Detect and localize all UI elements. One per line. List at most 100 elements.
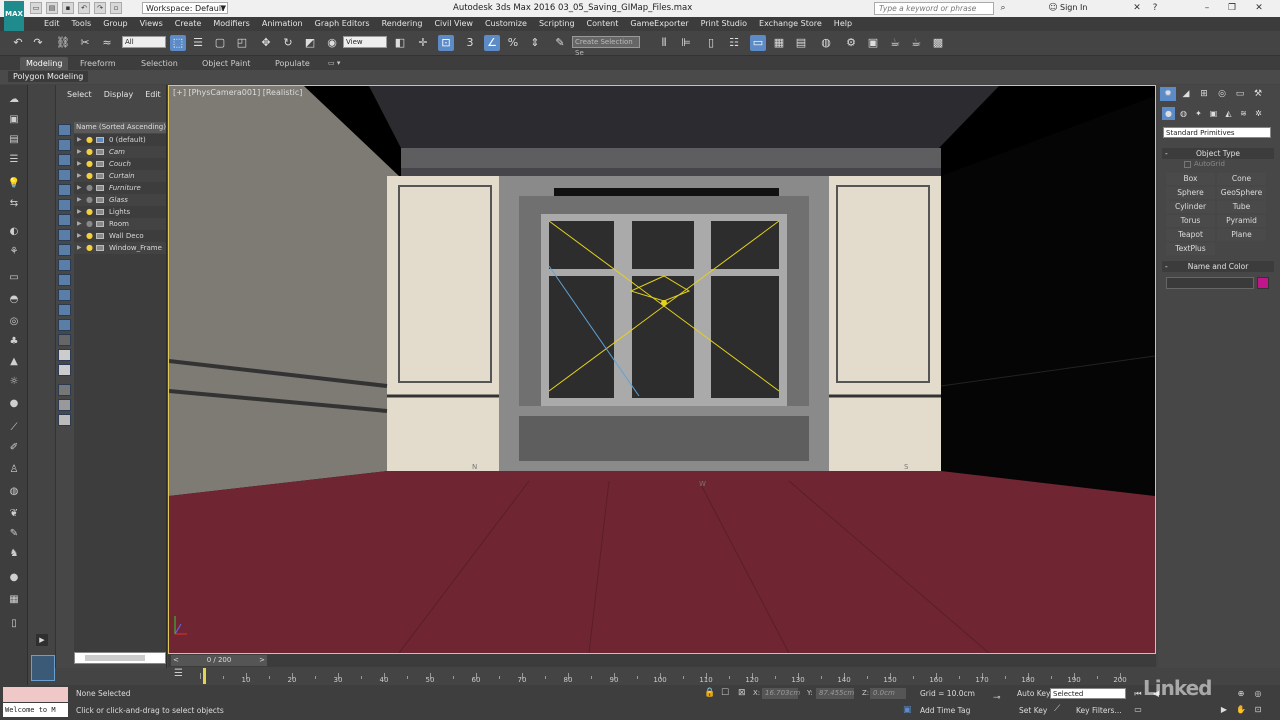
material-editor-icon[interactable]: ◍ — [818, 35, 834, 51]
scrollbar-thumb[interactable] — [85, 655, 145, 661]
render-in-cloud-icon[interactable]: ▩ — [930, 35, 946, 51]
expand-arrow-icon[interactable]: ▶ — [77, 146, 82, 158]
time-slider-thumb[interactable]: < 0 / 200 > — [171, 655, 267, 666]
light-bulb-icon[interactable]: ● — [86, 194, 93, 206]
systems-icon[interactable]: ✲ — [1252, 107, 1265, 120]
sun-icon[interactable]: ☼ — [6, 375, 22, 389]
menu-help[interactable]: Help — [828, 17, 858, 31]
plane-button[interactable]: Plane — [1217, 229, 1266, 241]
close-icon[interactable]: ✕ — [1252, 1, 1266, 15]
tab-freeform[interactable]: Freeform — [74, 57, 122, 70]
edit-named-selection-icon[interactable]: ✎ — [552, 35, 568, 51]
sphere-button[interactable]: Sphere — [1166, 187, 1215, 199]
rendered-frame-window-icon[interactable]: ▣ — [865, 35, 881, 51]
align-icon[interactable]: ⊫ — [678, 35, 694, 51]
utilities-tab-icon[interactable]: ⚒ — [1250, 87, 1266, 101]
ribbon-toggle-icon[interactable]: ▭ — [750, 35, 766, 51]
bind-space-warp-icon[interactable]: ≈ — [99, 35, 115, 51]
menu-tools[interactable]: Tools — [66, 17, 98, 31]
textplus-button[interactable]: TextPlus — [1166, 243, 1215, 255]
explorer-horizontal-scrollbar[interactable] — [74, 652, 166, 664]
filter-cameras-icon[interactable] — [58, 169, 71, 181]
toggle-scene-explorer-icon[interactable]: ▯ — [703, 35, 719, 51]
list-icon[interactable]: ☰ — [6, 153, 22, 167]
menu-civil-view[interactable]: Civil View — [428, 17, 479, 31]
pyramid-button[interactable]: Pyramid — [1217, 215, 1266, 227]
move-icon[interactable]: ✥ — [258, 35, 274, 51]
reference-coordinate-dropdown[interactable]: View — [343, 36, 387, 48]
name-and-color-rollout[interactable]: - Name and Color — [1162, 261, 1274, 272]
undo-icon[interactable]: ↶ — [78, 2, 90, 14]
link-icon[interactable]: ⛓ — [55, 35, 71, 51]
light-bulb-icon[interactable]: ● — [86, 182, 93, 194]
time-slider[interactable]: < 0 / 200 > — [168, 654, 1156, 667]
spacewarps-icon[interactable]: ≋ — [1237, 107, 1250, 120]
viewport-thumbnail[interactable] — [31, 655, 55, 681]
percent-snap-icon[interactable]: % — [505, 35, 521, 51]
timeline-ruler[interactable]: 10 20 30 40 50 60 70 80 90 100 110 120 130 140 150 160 1… — [200, 667, 1130, 685]
expand-arrow-icon[interactable]: ▶ — [77, 242, 82, 254]
list-item[interactable]: ▶ ● Curtain — [74, 170, 166, 182]
filter-xrefs-icon[interactable] — [58, 229, 71, 241]
filter-lights-icon[interactable] — [58, 154, 71, 166]
filter-bones-icon[interactable] — [58, 244, 71, 256]
add-time-tag-button[interactable]: Add Time Tag — [920, 706, 970, 715]
globe-icon[interactable]: ◍ — [6, 485, 22, 499]
expand-arrow-icon[interactable]: ▶ — [77, 206, 82, 218]
torus-icon[interactable]: ◎ — [6, 315, 22, 329]
geometry-icon[interactable]: ● — [1162, 107, 1175, 120]
select-object-icon[interactable]: ⬚ — [170, 35, 186, 51]
building-icon[interactable]: ▦ — [6, 593, 22, 607]
isolate-icon[interactable]: ☐ — [721, 688, 729, 698]
sphere-icon[interactable]: ◐ — [6, 225, 22, 239]
explorer-column-header[interactable]: Name (Sorted Ascending) — [74, 122, 166, 133]
perspective-viewport[interactable]: [+] [PhysCamera001] [Realistic] N W S — [168, 85, 1156, 654]
light-bulb-icon[interactable]: ● — [86, 206, 93, 218]
curve-editor-icon[interactable]: ▦ — [771, 35, 787, 51]
key-mode-dropdown[interactable]: Selected — [1050, 688, 1126, 699]
tab-modeling[interactable]: Modeling — [20, 57, 69, 70]
schematic-icon[interactable]: ▤ — [6, 133, 22, 147]
menu-scripting[interactable]: Scripting — [533, 17, 581, 31]
key-filters-button[interactable]: Key Filters... — [1076, 706, 1122, 715]
undo-icon[interactable]: ↶ — [10, 35, 26, 51]
light-bulb-icon[interactable]: 💡 — [6, 177, 22, 191]
select-by-name-icon[interactable]: ☰ — [190, 35, 206, 51]
auto-key-button[interactable]: Auto Key — [1017, 689, 1050, 698]
expand-arrow-icon[interactable]: ▶ — [77, 218, 82, 230]
disc-icon[interactable]: ● — [6, 397, 22, 411]
menu-gameexporter[interactable]: GameExporter — [624, 17, 694, 31]
unlink-icon[interactable]: ✂ — [77, 35, 93, 51]
expand-arrow-icon[interactable]: ▶ — [77, 170, 82, 182]
viewport-label[interactable]: [+] [PhysCamera001] [Realistic] — [173, 88, 302, 97]
cameras-icon[interactable]: ▣ — [1207, 107, 1220, 120]
tab-selection[interactable]: Selection — [135, 57, 184, 70]
hierarchy-tab-icon[interactable]: ⊞ — [1196, 87, 1212, 101]
current-frame-marker[interactable] — [203, 668, 206, 684]
render-icon[interactable]: ▣ — [6, 113, 22, 127]
polygon-modeling-label[interactable]: Polygon Modeling — [8, 71, 89, 82]
box-icon[interactable]: ▭ — [6, 271, 22, 285]
modify-tab-icon[interactable]: ◢ — [1178, 87, 1194, 101]
mini-curve-editor-icon[interactable]: ☰ — [174, 668, 183, 679]
document-icon[interactable]: ▯ — [6, 617, 22, 631]
tube-button[interactable]: Tube — [1217, 201, 1266, 213]
checkbox-icon[interactable] — [1184, 160, 1191, 168]
filter-helpers-icon[interactable] — [58, 184, 71, 196]
explorer-tab-edit[interactable]: Edit — [139, 85, 167, 105]
search-icon[interactable]: ⌕ — [996, 1, 1010, 15]
torus-button[interactable]: Torus — [1166, 215, 1215, 227]
expand-arrow-icon[interactable]: ▶ — [77, 182, 82, 194]
chevron-right-icon[interactable]: > — [259, 655, 265, 666]
expand-arrow-icon[interactable]: ▶ — [77, 134, 82, 146]
expand-arrow-icon[interactable]: ▶ — [77, 230, 82, 242]
app-logo[interactable]: MAX — [4, 1, 24, 31]
expand-arrow-icon[interactable]: ▶ — [77, 158, 82, 170]
cone-button[interactable]: Cone — [1217, 173, 1266, 185]
render-setup-icon[interactable]: ⚙ — [843, 35, 859, 51]
window-crossing-icon[interactable]: ◰ — [234, 35, 250, 51]
filter-hierarchy-icon[interactable] — [58, 364, 71, 376]
sort-icon[interactable] — [58, 414, 71, 426]
viewport-layout-icon[interactable]: ☁ — [6, 93, 22, 107]
list-item[interactable]: ▶ ● Wall Deco — [74, 230, 166, 242]
